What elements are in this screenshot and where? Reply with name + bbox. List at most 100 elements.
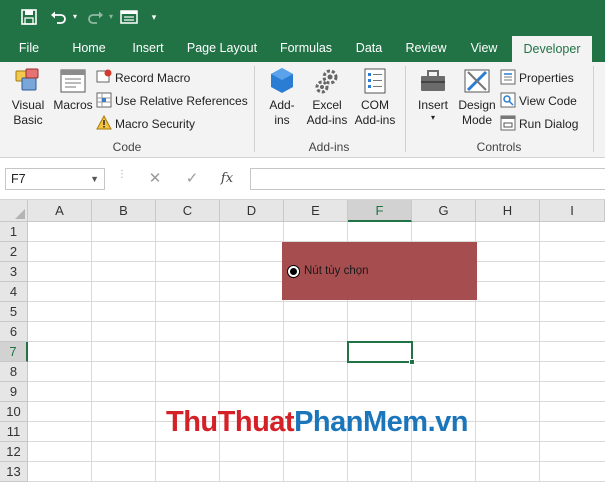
grid-line xyxy=(28,401,605,402)
visual-basic-label-2: Basic xyxy=(13,113,43,127)
active-cell[interactable] xyxy=(347,341,413,363)
add-ins-button[interactable]: Add- ins xyxy=(262,66,302,128)
row-header-8[interactable]: 8 xyxy=(0,362,28,382)
visual-basic-icon xyxy=(13,66,43,96)
cancel-icon[interactable]: ✕ xyxy=(144,168,166,190)
grid-line xyxy=(28,461,605,462)
design-mode-label-2: Mode xyxy=(461,113,493,127)
insert-controls-button[interactable]: Insert ▾ xyxy=(412,66,454,123)
worksheet-grid[interactable]: A B C D E F G H I 1 2 3 4 5 6 7 8 9 10 1… xyxy=(0,200,605,482)
tab-page-layout[interactable]: Page Layout xyxy=(182,34,262,62)
column-header-i[interactable]: I xyxy=(540,200,605,222)
run-dialog-icon xyxy=(500,115,516,131)
macros-button[interactable]: Macros xyxy=(52,66,94,113)
com-add-ins-button[interactable]: COM Add-ins xyxy=(352,66,398,128)
excel-add-ins-button[interactable]: Excel Add-ins xyxy=(304,66,350,128)
controls-group-label: Controls xyxy=(476,140,522,154)
toolbox-icon xyxy=(418,66,448,96)
macros-icon xyxy=(58,66,88,96)
row-header-2[interactable]: 2 xyxy=(0,242,28,262)
add-ins-icon xyxy=(267,66,297,96)
run-dialog-button[interactable]: Run Dialog xyxy=(500,114,578,134)
undo-icon[interactable] xyxy=(48,6,70,28)
tab-file[interactable]: File xyxy=(10,34,48,62)
column-header-e[interactable]: E xyxy=(284,200,348,222)
redo-dropdown-icon[interactable]: ▾ xyxy=(106,6,116,28)
record-macro-label: Record Macro xyxy=(115,71,191,85)
grid-line xyxy=(28,301,605,302)
excel-add-ins-label-1: Excel xyxy=(312,98,342,112)
group-separator xyxy=(593,66,594,152)
watermark-part: Thuat xyxy=(217,406,295,438)
title-bar: ▾ ▾ ▾ xyxy=(0,0,605,34)
radio-button[interactable] xyxy=(287,265,300,278)
grid-line xyxy=(28,381,605,382)
warning-icon xyxy=(96,114,112,131)
macro-security-label: Macro Security xyxy=(115,117,196,131)
customize-qat-icon[interactable]: ▾ xyxy=(146,6,162,28)
gear-icon xyxy=(312,66,342,96)
formula-bar: F7 ▼ ⋮ ✕ ✓ fx xyxy=(0,158,605,200)
row-header-1[interactable]: 1 xyxy=(0,222,28,242)
column-header-f[interactable]: F xyxy=(348,200,412,222)
name-box-value: F7 xyxy=(11,172,26,186)
row-header-13[interactable]: 13 xyxy=(0,462,28,482)
use-relative-references-button[interactable]: Use Relative References xyxy=(96,91,248,111)
tab-home[interactable]: Home xyxy=(66,34,112,62)
row-header-5[interactable]: 5 xyxy=(0,302,28,322)
macro-security-button[interactable]: Macro Security xyxy=(96,114,195,134)
view-code-icon xyxy=(500,92,516,108)
name-box[interactable]: F7 ▼ xyxy=(5,168,105,190)
view-code-button[interactable]: View Code xyxy=(500,91,577,111)
insert-function-icon[interactable]: fx xyxy=(216,168,238,190)
enter-icon[interactable]: ✓ xyxy=(181,168,203,190)
design-mode-icon xyxy=(462,66,492,96)
form-icon[interactable] xyxy=(118,6,140,28)
tab-developer[interactable]: Developer xyxy=(512,36,592,62)
tab-review[interactable]: Review xyxy=(400,34,452,62)
watermark-part: Mem xyxy=(363,406,428,438)
chevron-down-icon[interactable]: ▼ xyxy=(90,169,99,189)
row-header-10[interactable]: 10 xyxy=(0,402,28,422)
insert-controls-label: Insert xyxy=(417,98,448,112)
watermark-logo: ThuThuatPhanMem.vn xyxy=(166,406,468,439)
record-macro-button[interactable]: Record Macro xyxy=(96,68,190,88)
tab-view[interactable]: View xyxy=(464,34,504,62)
properties-label: Properties xyxy=(519,71,574,85)
column-header-h[interactable]: H xyxy=(476,200,540,222)
column-header-c[interactable]: C xyxy=(156,200,220,222)
row-header-9[interactable]: 9 xyxy=(0,382,28,402)
watermark-part: Phan xyxy=(294,406,363,438)
tab-insert[interactable]: Insert xyxy=(126,34,170,62)
row-header-12[interactable]: 12 xyxy=(0,442,28,462)
properties-icon xyxy=(500,69,516,85)
macros-label: Macros xyxy=(53,98,93,112)
relative-references-icon xyxy=(96,92,112,108)
undo-dropdown-icon[interactable]: ▾ xyxy=(70,6,80,28)
row-header-6[interactable]: 6 xyxy=(0,322,28,342)
tab-formulas[interactable]: Formulas xyxy=(274,34,338,62)
splitter-dots-icon[interactable]: ⋮ xyxy=(117,170,127,186)
run-dialog-label: Run Dialog xyxy=(519,117,579,131)
redo-icon[interactable] xyxy=(84,6,106,28)
visual-basic-button[interactable]: Visual Basic xyxy=(6,66,50,128)
tab-data[interactable]: Data xyxy=(350,34,388,62)
fill-handle[interactable] xyxy=(409,359,415,365)
properties-button[interactable]: Properties xyxy=(500,68,574,88)
column-header-b[interactable]: B xyxy=(92,200,156,222)
column-header-a[interactable]: A xyxy=(28,200,92,222)
ribbon: Visual Basic Macros Record Macro Use Rel… xyxy=(0,62,605,158)
row-header-7[interactable]: 7 xyxy=(0,342,28,362)
code-group-label: Code xyxy=(112,140,142,154)
save-icon[interactable] xyxy=(18,6,40,28)
column-header-d[interactable]: D xyxy=(220,200,284,222)
row-header-11[interactable]: 11 xyxy=(0,422,28,442)
option-button-control[interactable]: Nút tùy chọn xyxy=(282,242,477,300)
formula-input[interactable] xyxy=(250,168,605,190)
row-header-4[interactable]: 4 xyxy=(0,282,28,302)
design-mode-button[interactable]: Design Mode xyxy=(456,66,498,128)
com-add-ins-label-1: COM xyxy=(361,98,389,112)
select-all-button[interactable] xyxy=(0,200,28,222)
column-header-g[interactable]: G xyxy=(412,200,476,222)
row-header-3[interactable]: 3 xyxy=(0,262,28,282)
